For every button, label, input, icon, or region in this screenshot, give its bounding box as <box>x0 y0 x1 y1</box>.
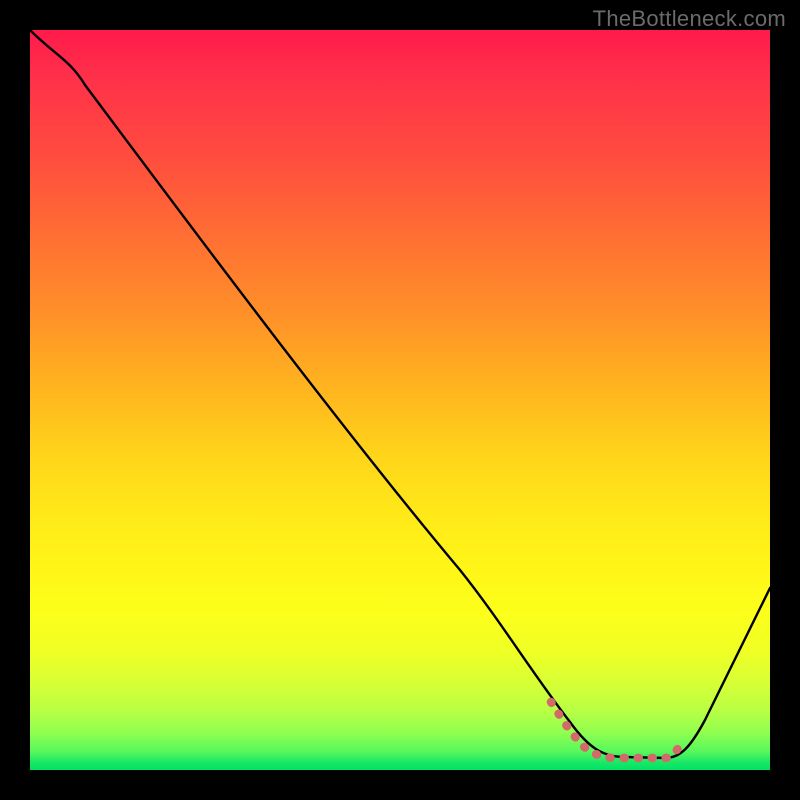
chart-container: TheBottleneck.com <box>0 0 800 800</box>
marker-dots <box>551 702 683 758</box>
mismatch-curve <box>30 30 770 758</box>
curve-svg <box>30 30 770 770</box>
plot-area <box>30 30 770 770</box>
watermark-text: TheBottleneck.com <box>593 6 786 32</box>
